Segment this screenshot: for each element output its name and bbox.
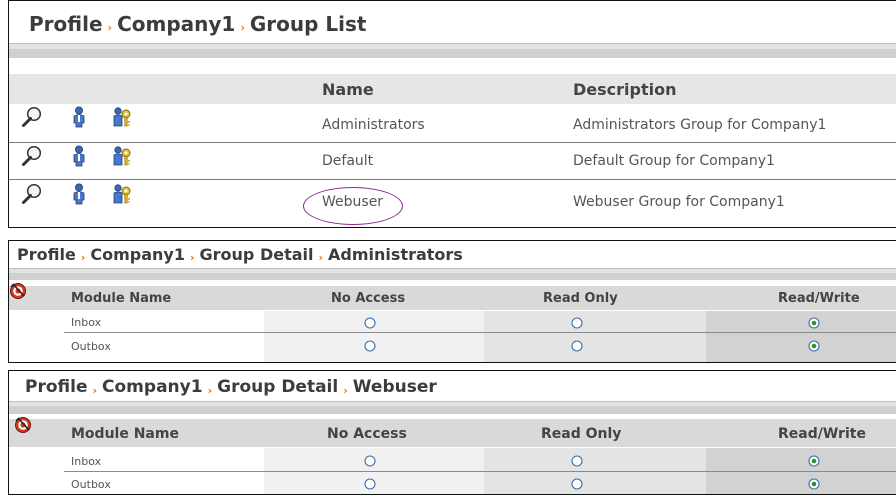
group-detail-administrators-panel: Profile › Company1 › Group Detail › Admi… bbox=[8, 240, 896, 363]
breadcrumb-current: Administrators bbox=[328, 245, 463, 264]
breadcrumb: Profile › Company1 › Group Detail › Webu… bbox=[25, 377, 437, 397]
read-only-column bbox=[484, 311, 706, 362]
radio-no-access[interactable] bbox=[364, 317, 376, 329]
user-icon[interactable] bbox=[72, 183, 86, 205]
column-header-read-write: Read/Write bbox=[778, 291, 860, 306]
radio-read-write[interactable] bbox=[808, 340, 820, 352]
column-header-no-access: No Access bbox=[331, 291, 406, 306]
breadcrumb-separator: › bbox=[240, 20, 245, 34]
breadcrumb-current: Group List bbox=[249, 12, 367, 36]
breadcrumb-company[interactable]: Company1 bbox=[90, 245, 185, 264]
breadcrumb: Profile › Company1 › Group Detail › Admi… bbox=[17, 245, 463, 264]
magnifier-icon[interactable] bbox=[21, 106, 43, 128]
row-divider bbox=[64, 332, 896, 333]
table-header: Module Name No Access Read Only Read/Wri… bbox=[9, 286, 896, 310]
module-name: Outbox bbox=[71, 340, 111, 353]
group-description: Default Group for Company1 bbox=[573, 153, 775, 169]
row-divider bbox=[9, 142, 896, 143]
table-header: Name Description bbox=[9, 74, 896, 104]
radio-no-access[interactable] bbox=[364, 455, 376, 467]
table-header: Module Name No Access Read Only Read/Wri… bbox=[9, 419, 896, 447]
column-header-module: Module Name bbox=[71, 291, 172, 306]
group-key-icon[interactable] bbox=[112, 106, 134, 128]
radio-read-only[interactable] bbox=[571, 455, 583, 467]
radio-no-access[interactable] bbox=[364, 340, 376, 352]
breadcrumb-current: Webuser bbox=[352, 377, 437, 397]
column-header-module: Module Name bbox=[71, 426, 179, 442]
breadcrumb: Profile › Company1 › Group List bbox=[29, 12, 366, 36]
target-icon[interactable] bbox=[9, 282, 27, 300]
column-header-no-access: No Access bbox=[327, 426, 407, 442]
column-header-read-only: Read Only bbox=[541, 426, 622, 442]
breadcrumb-company[interactable]: Company1 bbox=[102, 377, 203, 397]
column-header-description[interactable]: Description bbox=[573, 80, 676, 99]
module-name: Inbox bbox=[71, 455, 102, 468]
user-icon[interactable] bbox=[72, 145, 86, 167]
radio-read-write[interactable] bbox=[808, 478, 820, 490]
radio-read-write[interactable] bbox=[808, 455, 820, 467]
breadcrumb-separator: › bbox=[92, 383, 98, 397]
breadcrumb-profile[interactable]: Profile bbox=[25, 377, 87, 397]
magnifier-icon[interactable] bbox=[21, 145, 43, 167]
radio-read-write[interactable] bbox=[808, 317, 820, 329]
group-name[interactable]: Default bbox=[322, 153, 373, 169]
magnifier-icon[interactable] bbox=[21, 183, 43, 205]
radio-no-access[interactable] bbox=[364, 478, 376, 490]
group-description: Webuser Group for Company1 bbox=[573, 194, 785, 210]
breadcrumb-profile[interactable]: Profile bbox=[17, 245, 76, 264]
module-name: Inbox bbox=[71, 316, 102, 329]
breadcrumb-separator: › bbox=[343, 383, 348, 397]
target-icon[interactable] bbox=[14, 416, 32, 434]
module-name: Outbox bbox=[71, 478, 111, 491]
breadcrumb-group-detail[interactable]: Group Detail bbox=[200, 245, 314, 264]
column-header-read-only: Read Only bbox=[543, 291, 618, 306]
row-divider bbox=[64, 471, 896, 472]
breadcrumb-company[interactable]: Company1 bbox=[117, 12, 235, 36]
column-header-name[interactable]: Name bbox=[322, 80, 374, 99]
group-key-icon[interactable] bbox=[112, 145, 134, 167]
group-detail-webuser-panel: Profile › Company1 › Group Detail › Webu… bbox=[8, 370, 896, 495]
group-description: Administrators Group for Company1 bbox=[573, 117, 827, 133]
breadcrumb-separator: › bbox=[318, 251, 324, 264]
breadcrumb-profile[interactable]: Profile bbox=[29, 12, 103, 36]
read-write-column bbox=[706, 311, 896, 362]
breadcrumb-group-detail[interactable]: Group Detail bbox=[217, 377, 338, 397]
breadcrumb-separator: › bbox=[107, 20, 113, 34]
title-divider-shadow bbox=[9, 49, 896, 58]
radio-read-only[interactable] bbox=[571, 478, 583, 490]
row-divider bbox=[9, 179, 896, 180]
title-divider-shadow bbox=[9, 406, 896, 414]
breadcrumb-separator: › bbox=[80, 251, 86, 264]
breadcrumb-separator: › bbox=[207, 383, 213, 397]
radio-read-only[interactable] bbox=[571, 317, 583, 329]
column-header-read-write: Read/Write bbox=[778, 426, 866, 442]
group-list-panel: Profile › Company1 › Group List Name Des… bbox=[8, 0, 896, 228]
group-name[interactable]: Administrators bbox=[322, 117, 425, 133]
group-name[interactable]: Webuser bbox=[322, 194, 383, 210]
breadcrumb-separator: › bbox=[189, 251, 195, 264]
title-divider-shadow bbox=[9, 273, 896, 280]
group-key-icon[interactable] bbox=[112, 183, 134, 205]
user-icon[interactable] bbox=[72, 106, 86, 128]
radio-read-only[interactable] bbox=[571, 340, 583, 352]
